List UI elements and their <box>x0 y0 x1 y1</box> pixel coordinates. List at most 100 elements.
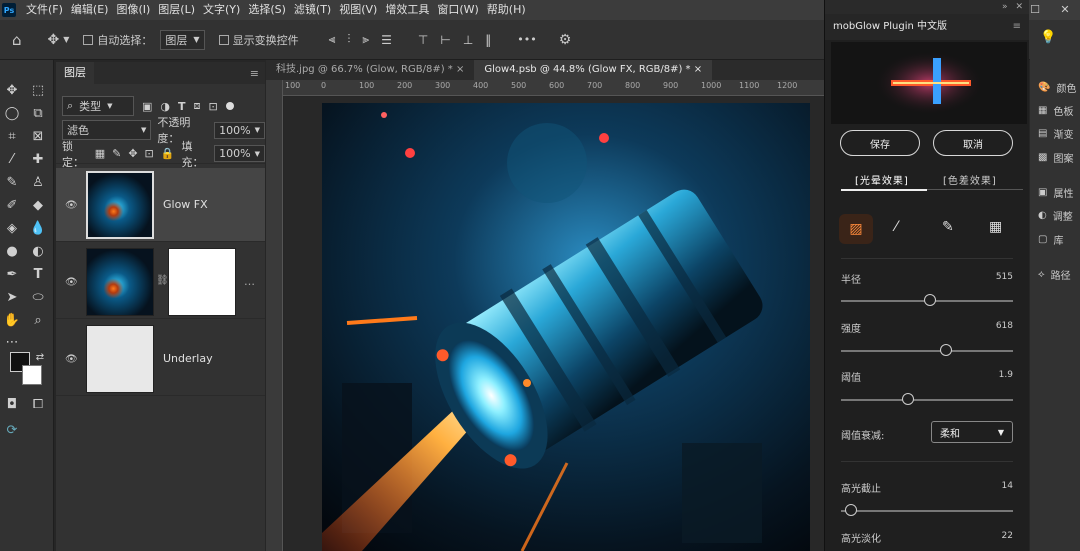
pen-tool-icon[interactable]: ✒ <box>2 264 22 284</box>
layer-filter-dropdown[interactable]: ⌕ 类型 ▼ <box>62 96 134 116</box>
tab-document-2[interactable]: Glow4.psb @ 44.8% (Glow FX, RGB/8#) * × <box>474 60 713 80</box>
history-brush-icon[interactable]: ✐ <box>2 195 22 215</box>
lasso-tool-icon[interactable]: ◯ <box>2 103 22 123</box>
frame-tool-icon[interactable]: ⊠ <box>28 126 48 146</box>
paint-bucket-icon[interactable]: ◈ <box>2 218 22 238</box>
more-icon[interactable]: … <box>244 275 255 288</box>
highlight-cut-slider-knob[interactable] <box>845 504 858 516</box>
home-icon[interactable]: ⌂ <box>12 31 22 49</box>
object-select-icon[interactable]: ⧉ <box>28 103 48 123</box>
show-transform-checkbox[interactable]: 显示变换控件 <box>218 32 299 48</box>
link-icon[interactable]: ⛓ <box>156 275 169 286</box>
menu-plugins[interactable]: 增效工具 <box>381 0 433 20</box>
layer-name[interactable]: Glow FX <box>163 198 208 211</box>
quick-mask-icon[interactable]: ◘ <box>2 394 22 414</box>
intensity-slider-track[interactable] <box>841 350 1013 352</box>
close-icon[interactable]: × <box>456 64 464 75</box>
brush-tool-icon[interactable]: ✎ <box>2 172 22 192</box>
filter-toggle-icon[interactable] <box>225 102 234 110</box>
shape-tool-icon[interactable]: ⬭ <box>28 287 48 307</box>
close-icon[interactable]: ✕ <box>1015 2 1023 12</box>
menu-help[interactable]: 帮助(H) <box>483 0 530 20</box>
brush-icon[interactable]: ✎ <box>942 219 954 235</box>
filter-shape-icon[interactable]: ⧈ <box>194 99 201 113</box>
highlight-fade-value[interactable]: 22 <box>1002 531 1013 541</box>
crop-tool-icon[interactable]: ⌗ <box>2 126 22 146</box>
more-options-button[interactable]: ••• <box>517 33 536 46</box>
align-left-icon[interactable]: ⫷ <box>329 32 336 47</box>
close-icon[interactable]: × <box>694 64 702 75</box>
stamp-tool-icon[interactable]: ♙ <box>28 172 48 192</box>
layer-row-glow-fx[interactable]: 👁 Glow FX <box>56 168 265 242</box>
panel-properties[interactable]: ▣ 属性 <box>1038 185 1073 200</box>
intensity-value[interactable]: 618 <box>996 321 1013 331</box>
menu-file[interactable]: 文件(F) <box>22 0 67 20</box>
filter-pixel-icon[interactable]: ▣ <box>142 100 152 113</box>
lock-artboard-icon[interactable]: ⊡ <box>145 147 154 160</box>
fill-field[interactable]: 100% ▼ <box>214 145 265 162</box>
threshold-slider-knob[interactable] <box>902 393 915 405</box>
eyedropper-icon[interactable]: ⁄ <box>895 219 897 235</box>
highlight-cut-slider-track[interactable] <box>841 510 1013 512</box>
panel-patterns[interactable]: ▩ 图案 <box>1038 150 1073 165</box>
eye-icon[interactable]: 👁 <box>65 354 78 365</box>
generative-icon[interactable]: ⟳ <box>2 420 22 440</box>
eraser-icon[interactable]: ◆ <box>28 195 48 215</box>
sponge-icon[interactable]: ◐ <box>28 241 48 261</box>
panel-color[interactable]: 🎨 颜色 <box>1038 80 1076 95</box>
tab-document-1[interactable]: 科技.jpg @ 66.7% (Glow, RGB/8#) * × <box>266 60 475 80</box>
lightbulb-icon[interactable]: 💡 <box>1040 30 1056 45</box>
align-center-icon[interactable]: ⫶ <box>347 32 350 47</box>
checker-icon[interactable]: ▦ <box>989 219 1002 235</box>
gear-icon[interactable]: ⚙ <box>559 32 572 48</box>
auto-select-checkbox[interactable]: 自动选择： <box>83 32 152 48</box>
tab-layers[interactable]: 图层 <box>56 62 94 84</box>
panel-swatches[interactable]: ▦ 色板 <box>1038 103 1073 118</box>
tab-glow-effect[interactable]: [光晕效果] <box>855 172 909 187</box>
marquee-tool-icon[interactable]: ⬚ <box>28 80 48 100</box>
dodge-tool-icon[interactable]: ● <box>2 241 22 261</box>
filter-smart-icon[interactable]: ⊡ <box>209 100 218 113</box>
lock-position-icon[interactable]: ✥ <box>128 147 137 160</box>
radius-slider-knob[interactable] <box>924 294 937 306</box>
menu-edit[interactable]: 编辑(E) <box>67 0 113 20</box>
intensity-slider-knob[interactable] <box>939 344 952 356</box>
layer-mask-thumbnail[interactable] <box>168 248 236 316</box>
distribute-icon[interactable]: ☰ <box>381 33 392 47</box>
cancel-button[interactable]: 取消 <box>933 130 1013 156</box>
menu-filter[interactable]: 滤镜(T) <box>290 0 335 20</box>
chevron-down-icon[interactable]: ▼ <box>63 35 69 44</box>
filter-adjust-icon[interactable]: ◑ <box>160 100 170 113</box>
panel-menu-icon[interactable]: ≡ <box>250 67 259 80</box>
healing-brush-icon[interactable]: ✚ <box>28 149 48 169</box>
menu-view[interactable]: 视图(V) <box>335 0 381 20</box>
path-select-icon[interactable]: ➤ <box>2 287 22 307</box>
menu-layer[interactable]: 图层(L) <box>154 0 199 20</box>
move-tool-icon[interactable]: ✥ <box>2 80 22 100</box>
highlight-cut-value[interactable]: 14 <box>1002 481 1013 491</box>
zoom-tool-icon[interactable]: ⌕ <box>28 310 48 330</box>
distribute-vertical-icon[interactable]: ‖ <box>485 33 491 47</box>
menu-image[interactable]: 图像(I) <box>112 0 154 20</box>
eye-icon[interactable]: 👁 <box>65 277 78 288</box>
hand-tool-icon[interactable]: ✋ <box>2 310 22 330</box>
threshold-value[interactable]: 1.9 <box>999 370 1013 380</box>
panel-menu-icon[interactable]: ≡ <box>1013 14 1021 40</box>
menu-window[interactable]: 窗口(W) <box>433 0 482 20</box>
lock-all-icon[interactable]: 🔒 <box>161 147 175 160</box>
blur-tool-icon[interactable]: 💧 <box>28 218 48 238</box>
align-right-icon[interactable]: ⫸ <box>362 32 369 47</box>
align-top-icon[interactable]: ⊤ <box>418 33 428 47</box>
more-tools-icon[interactable]: ⋯ <box>2 332 22 352</box>
layer-row-underlay[interactable]: 👁 Underlay <box>56 322 265 396</box>
menu-type[interactable]: 文字(Y) <box>199 0 244 20</box>
save-button[interactable]: 保存 <box>840 130 920 156</box>
opacity-field[interactable]: 100% ▼ <box>214 121 265 139</box>
panel-adjustments[interactable]: ◐ 调整 <box>1038 208 1073 223</box>
tab-chroma-effect[interactable]: [色差效果] <box>943 172 997 187</box>
swap-colors-icon[interactable]: ⇄ <box>30 347 50 367</box>
falloff-dropdown[interactable]: 柔和 ▼ <box>931 421 1013 443</box>
radius-value[interactable]: 515 <box>996 272 1013 282</box>
canvas-area[interactable] <box>284 97 824 551</box>
panel-gradients[interactable]: ▤ 渐变 <box>1038 126 1073 141</box>
